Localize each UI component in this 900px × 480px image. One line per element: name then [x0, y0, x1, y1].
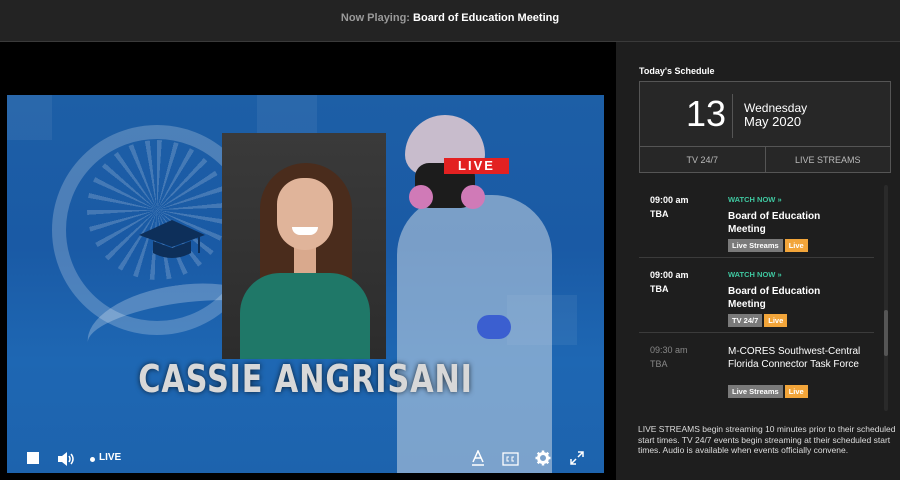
- schedule-heading: Today's Schedule: [639, 66, 715, 76]
- portrait-photo: [222, 133, 386, 359]
- tag-live: Live: [764, 314, 788, 327]
- fullscreen-icon[interactable]: [570, 450, 584, 466]
- tab-tv-24-7[interactable]: TV 24/7: [640, 147, 765, 172]
- double-chevron-right-icon: »: [777, 195, 782, 204]
- background-tile: [257, 95, 317, 135]
- closed-captions-icon[interactable]: [502, 451, 519, 467]
- tag-tv-24-7: TV 24/7: [728, 314, 763, 327]
- tag-live-streams: Live Streams: [728, 239, 783, 252]
- tag-live: Live: [784, 385, 808, 398]
- double-chevron-right-icon: »: [777, 270, 782, 279]
- worker-glove: [477, 315, 511, 339]
- date-box: 13 Wednesday May 2020 TV 24/7 LIVE STREA…: [639, 81, 891, 173]
- worker-suit: [397, 195, 552, 473]
- tab-live-streams[interactable]: LIVE STREAMS: [764, 147, 891, 172]
- now-playing-prefix: Now Playing:: [340, 12, 410, 24]
- text-style-icon[interactable]: [471, 450, 485, 466]
- lower-third-name: CASSIE ANGRISANI: [138, 357, 473, 401]
- live-dot-icon: [90, 457, 95, 462]
- schedule-list: 09:00 am TBA WATCH NOW » Board of Educat…: [639, 183, 874, 413]
- schedule-panel: Today's Schedule 13 Wednesday May 2020 T…: [616, 42, 900, 480]
- watch-now-link[interactable]: WATCH NOW »: [728, 270, 782, 279]
- stop-icon[interactable]: [27, 452, 39, 464]
- portrait-scrubs: [240, 273, 370, 359]
- portrait-face: [277, 178, 333, 250]
- date-month-year: May 2020: [744, 114, 802, 129]
- date-day: 13: [686, 93, 727, 134]
- item-title: Board of Education Meeting: [728, 211, 821, 235]
- item-tags: Live Streams Live: [728, 385, 808, 398]
- now-playing-title: Board of Education Meeting: [413, 12, 560, 24]
- item-time: 09:30 am: [650, 345, 688, 355]
- tag-live-streams: Live Streams: [728, 385, 783, 398]
- date-weekday: Wednesday: [744, 101, 808, 115]
- item-title: Board of Education Meeting: [728, 286, 821, 310]
- video-player[interactable]: LIVE CASSIE ANGRISANI LIVE: [7, 95, 604, 473]
- schedule-item[interactable]: 09:00 am TBA WATCH NOW » Board of Educat…: [639, 183, 874, 258]
- live-indicator-label: LIVE: [99, 452, 122, 463]
- item-title: M-CORES Southwest-Central Florida Connec…: [728, 346, 861, 370]
- schedule-item[interactable]: 09:30 am TBA M-CORES Southwest-Central F…: [639, 333, 874, 408]
- schedule-scrollbar-track[interactable]: [884, 185, 888, 411]
- schedule-footnote: LIVE STREAMS begin streaming 10 minutes …: [638, 424, 896, 455]
- item-tags: TV 24/7 Live: [728, 314, 788, 327]
- respirator-filter: [461, 185, 485, 209]
- item-location: TBA: [650, 209, 669, 219]
- now-playing-bar: Now Playing: Board of Education Meeting: [0, 0, 900, 42]
- volume-icon[interactable]: [57, 451, 75, 467]
- schedule-item[interactable]: 09:00 am TBA WATCH NOW » Board of Educat…: [639, 258, 874, 333]
- settings-gear-icon[interactable]: [535, 450, 551, 466]
- respirator-filter: [409, 185, 433, 209]
- watch-now-label: WATCH NOW: [728, 195, 776, 204]
- item-location: TBA: [650, 359, 668, 369]
- item-tags: Live Streams Live: [728, 239, 808, 252]
- player-area: LIVE CASSIE ANGRISANI LIVE: [0, 42, 616, 480]
- watch-now-label: WATCH NOW: [728, 270, 776, 279]
- tag-live: Live: [784, 239, 808, 252]
- item-location: TBA: [650, 284, 669, 294]
- watch-now-link[interactable]: WATCH NOW »: [728, 195, 782, 204]
- item-time: 09:00 am: [650, 270, 689, 280]
- graduation-cap-icon: [139, 220, 205, 258]
- schedule-tabs: TV 24/7 LIVE STREAMS: [640, 146, 890, 172]
- schedule-scrollbar-thumb[interactable]: [884, 310, 888, 356]
- player-controls: LIVE: [7, 445, 604, 473]
- background-tile: [7, 95, 52, 140]
- date-divider: [732, 94, 733, 138]
- live-badge: LIVE: [444, 158, 509, 174]
- item-time: 09:00 am: [650, 195, 689, 205]
- portrait-smile: [292, 227, 318, 235]
